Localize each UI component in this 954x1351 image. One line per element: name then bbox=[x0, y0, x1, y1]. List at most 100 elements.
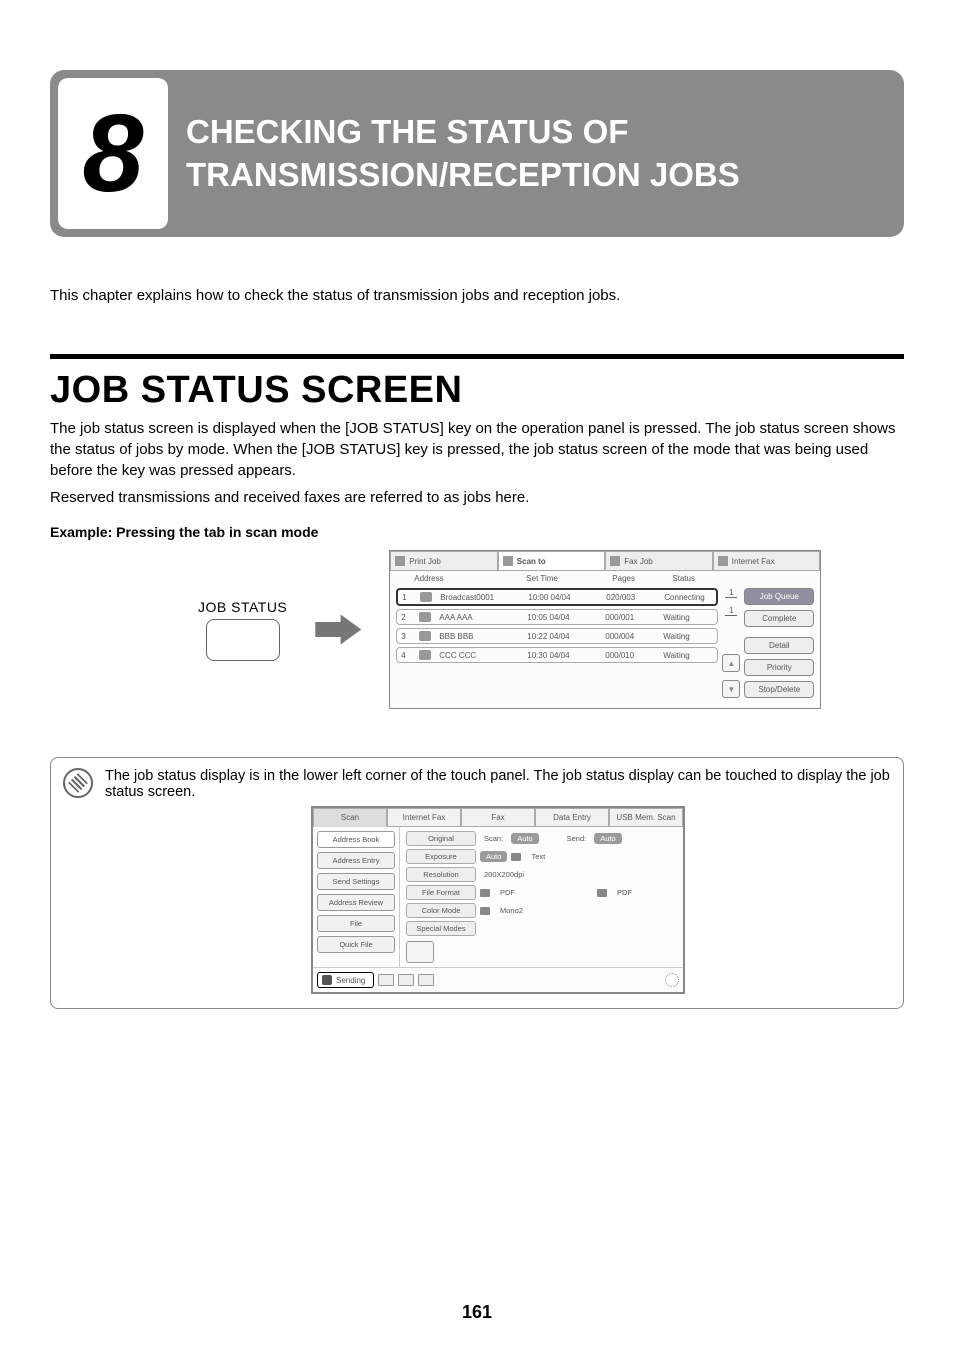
file-button[interactable]: File bbox=[317, 915, 395, 932]
intro-text: This chapter explains how to check the s… bbox=[50, 287, 904, 304]
job-pages: 000/001 bbox=[605, 613, 655, 622]
job-index: 2 bbox=[401, 613, 411, 622]
job-row[interactable]: 2 AAA AAA 10:05 04/04 000/001 Waiting bbox=[396, 609, 718, 625]
job-status-screenshot: Print Job Scan to Fax Job Internet Fax A… bbox=[389, 550, 821, 709]
job-index: 4 bbox=[401, 651, 411, 660]
job-address: CCC CCC bbox=[439, 651, 519, 660]
page-count-bottom: 1 bbox=[725, 606, 737, 616]
job-status-key[interactable] bbox=[206, 619, 280, 661]
section-rule bbox=[50, 354, 904, 359]
paragraph-2: Reserved transmissions and received faxe… bbox=[50, 487, 904, 508]
address-review-button[interactable]: Address Review bbox=[317, 894, 395, 911]
job-index: 3 bbox=[401, 632, 411, 641]
job-status: Waiting bbox=[663, 613, 713, 622]
address-entry-button[interactable]: Address Entry bbox=[317, 852, 395, 869]
envelope-icon bbox=[419, 650, 431, 660]
brightness-icon[interactable] bbox=[665, 973, 679, 987]
tab-label: Scan to bbox=[517, 557, 546, 566]
envelope-icon bbox=[398, 974, 414, 986]
scroll-column: 1 1 ▲ ▼ bbox=[722, 588, 740, 698]
col-hdr-status: Status bbox=[672, 574, 695, 583]
text-icon bbox=[511, 853, 521, 861]
exposure-button[interactable]: Exposure bbox=[406, 849, 476, 864]
tab-data-entry[interactable]: Data Entry bbox=[535, 808, 609, 827]
color-mode-button[interactable]: Color Mode bbox=[406, 903, 476, 918]
send-prefix: Send: bbox=[563, 832, 591, 845]
job-address: AAA AAA bbox=[439, 613, 519, 622]
scan-value: Auto bbox=[511, 833, 538, 844]
file-format-button[interactable]: File Format bbox=[406, 885, 476, 900]
tab-internet-fax[interactable]: Internet Fax bbox=[387, 808, 461, 827]
paragraph-1: The job status screen is displayed when … bbox=[50, 418, 904, 481]
job-pages: 000/004 bbox=[605, 632, 655, 641]
scroll-up-button[interactable]: ▲ bbox=[722, 654, 740, 672]
special-modes-button[interactable]: Special Modes bbox=[406, 921, 476, 936]
tab-fax[interactable]: Fax bbox=[461, 808, 535, 827]
envelope-icon bbox=[378, 974, 394, 986]
tab-internet-fax[interactable]: Internet Fax bbox=[713, 551, 821, 570]
detail-button[interactable]: Detail bbox=[744, 637, 814, 654]
pdf-icon bbox=[480, 889, 490, 897]
job-header-row: Address Set Time Pages Status bbox=[390, 571, 820, 586]
priority-button[interactable]: Priority bbox=[744, 659, 814, 676]
scan-prefix: Scan: bbox=[480, 832, 507, 845]
job-status-display[interactable]: Sending bbox=[317, 972, 374, 988]
envelope-icon bbox=[419, 631, 431, 641]
hdd-icon bbox=[322, 975, 332, 985]
tab-fax-job[interactable]: Fax Job bbox=[605, 551, 713, 570]
job-time: 10:00 04/04 bbox=[528, 593, 598, 602]
example-label: Example: Pressing the tab in scan mode bbox=[50, 524, 904, 540]
file-format-1: PDF bbox=[496, 886, 519, 899]
job-time: 10:22 04/04 bbox=[527, 632, 597, 641]
scan-send-screenshot: Scan Internet Fax Fax Data Entry USB Mem… bbox=[311, 806, 685, 994]
exposure-value: Auto bbox=[480, 851, 507, 862]
original-button[interactable]: Original bbox=[406, 831, 476, 846]
send-settings-button[interactable]: Send Settings bbox=[317, 873, 395, 890]
stop-delete-button[interactable]: Stop/Delete bbox=[744, 681, 814, 698]
printer-icon bbox=[395, 556, 405, 566]
tab-print-job[interactable]: Print Job bbox=[390, 551, 498, 570]
tab-scan[interactable]: Scan bbox=[313, 808, 387, 827]
job-status-key-block: JOB STATUS bbox=[198, 599, 287, 661]
job-queue-button[interactable]: Job Queue bbox=[744, 588, 814, 605]
complete-button[interactable]: Complete bbox=[744, 610, 814, 627]
col-hdr-settime: Set Time bbox=[526, 574, 592, 583]
scan-sidebar: Address Book Address Entry Send Settings… bbox=[313, 827, 399, 967]
scan-bottom-bar: Sending bbox=[313, 967, 683, 992]
job-row[interactable]: 3 BBB BBB 10:22 04/04 000/004 Waiting bbox=[396, 628, 718, 644]
section-heading: JOB STATUS SCREEN bbox=[50, 369, 904, 412]
quick-file-button[interactable]: Quick File bbox=[317, 936, 395, 953]
page-count-top: 1 bbox=[725, 588, 737, 598]
col-hdr-pages: Pages bbox=[612, 574, 652, 583]
preview-button[interactable] bbox=[406, 941, 434, 963]
chapter-banner: 8 CHECKING THE STATUS OF TRANSMISSION/RE… bbox=[50, 70, 904, 237]
envelope-icon bbox=[418, 974, 434, 986]
scan-main-panel: Original Scan: Auto Send: Auto Exposure … bbox=[399, 827, 683, 967]
tab-label: Internet Fax bbox=[732, 557, 775, 566]
scroll-down-button[interactable]: ▼ bbox=[722, 680, 740, 698]
job-status: Waiting bbox=[663, 651, 713, 660]
page-number: 161 bbox=[0, 1302, 954, 1323]
address-book-button[interactable]: Address Book bbox=[317, 831, 395, 848]
job-tabs: Print Job Scan to Fax Job Internet Fax bbox=[390, 551, 820, 571]
resolution-value: 200X200dpi bbox=[480, 868, 528, 881]
job-row[interactable]: 1 Broadcast0001 10:00 04/04 020/003 Conn… bbox=[396, 588, 718, 606]
tab-scan-to[interactable]: Scan to bbox=[498, 551, 606, 570]
right-button-column: Job Queue Complete Detail Priority Stop/… bbox=[744, 588, 814, 698]
globe-icon bbox=[718, 556, 728, 566]
job-address: BBB BBB bbox=[439, 632, 519, 641]
scanner-icon bbox=[503, 556, 513, 566]
tab-usb-mem-scan[interactable]: USB Mem. Scan bbox=[609, 808, 683, 827]
broadcast-icon bbox=[420, 592, 432, 602]
file-format-2: PDF bbox=[613, 886, 636, 899]
send-value: Auto bbox=[594, 833, 621, 844]
job-index: 1 bbox=[402, 593, 412, 602]
envelope-icon bbox=[419, 612, 431, 622]
chapter-title: CHECKING THE STATUS OF TRANSMISSION/RECE… bbox=[186, 111, 846, 197]
job-status: Waiting bbox=[663, 632, 713, 641]
job-pages: 020/003 bbox=[606, 593, 656, 602]
resolution-button[interactable]: Resolution bbox=[406, 867, 476, 882]
tab-label: Print Job bbox=[409, 557, 441, 566]
job-row[interactable]: 4 CCC CCC 10:30 04/04 000/010 Waiting bbox=[396, 647, 718, 663]
scan-mode-tabs: Scan Internet Fax Fax Data Entry USB Mem… bbox=[313, 808, 683, 827]
